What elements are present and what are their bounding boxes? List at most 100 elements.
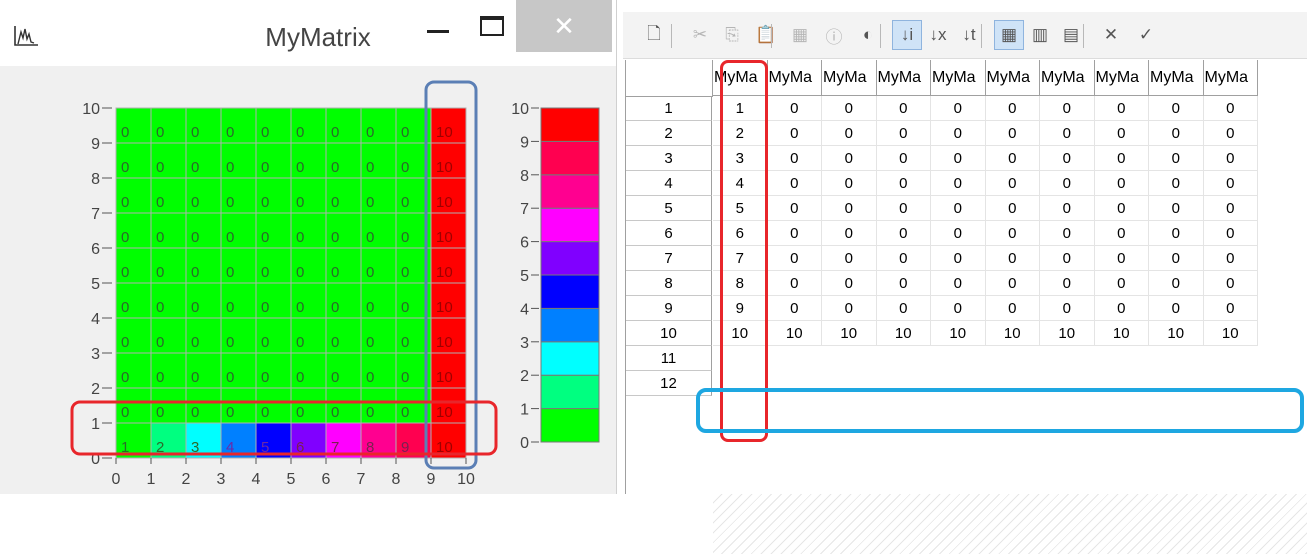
table-cell[interactable]: 1: [713, 96, 768, 121]
table-cell[interactable]: 0: [876, 196, 931, 221]
table-cell[interactable]: 0: [985, 146, 1040, 171]
table-cell[interactable]: 0: [1149, 196, 1204, 221]
table-cell[interactable]: 4: [713, 171, 768, 196]
table-cell[interactable]: 10: [767, 321, 822, 346]
column-header[interactable]: MyMa: [1149, 60, 1204, 96]
table-cell[interactable]: 0: [822, 146, 877, 171]
table-cell[interactable]: 0: [822, 121, 877, 146]
table-cell[interactable]: 0: [1094, 246, 1149, 271]
table-cell[interactable]: 0: [1040, 171, 1095, 196]
paste-button[interactable]: 📋: [751, 20, 781, 50]
table-cell[interactable]: 7: [713, 246, 768, 271]
table-cell[interactable]: 0: [876, 171, 931, 196]
table-cell[interactable]: 0: [931, 246, 986, 271]
table-cell[interactable]: 10: [822, 321, 877, 346]
table-cell[interactable]: 9: [713, 296, 768, 321]
table-cell[interactable]: 0: [1040, 146, 1095, 171]
column-header[interactable]: MyMa: [1040, 60, 1095, 96]
copy-button[interactable]: ⎘: [717, 20, 747, 50]
table-cell[interactable]: 0: [1040, 246, 1095, 271]
chart-button[interactable]: ▦: [785, 20, 815, 50]
table-cell[interactable]: 0: [931, 196, 986, 221]
table-cell[interactable]: 0: [985, 271, 1040, 296]
table-cell[interactable]: 0: [1040, 271, 1095, 296]
table-cell[interactable]: 0: [985, 171, 1040, 196]
column-header[interactable]: MyMa: [822, 60, 877, 96]
table-cell[interactable]: 10: [876, 321, 931, 346]
column-header[interactable]: MyMa: [876, 60, 931, 96]
table-cell[interactable]: 0: [1094, 271, 1149, 296]
table-cell[interactable]: 10: [1203, 321, 1258, 346]
table-cell[interactable]: 10: [931, 321, 986, 346]
column-header[interactable]: MyMa: [767, 60, 822, 96]
table-cell[interactable]: 0: [767, 121, 822, 146]
table-cell[interactable]: 5: [713, 196, 768, 221]
table-cell[interactable]: 3: [713, 146, 768, 171]
info-button[interactable]: ⓘ: [819, 20, 849, 50]
table-cell[interactable]: 0: [931, 121, 986, 146]
table-cell[interactable]: 0: [822, 296, 877, 321]
table-cell[interactable]: 0: [1203, 196, 1258, 221]
table-cell[interactable]: 0: [822, 171, 877, 196]
table-cell[interactable]: 0: [1203, 171, 1258, 196]
table-cell[interactable]: 0: [1040, 196, 1095, 221]
row-header[interactable]: 6: [626, 221, 712, 246]
table-cell[interactable]: 0: [1149, 171, 1204, 196]
table-cell[interactable]: 0: [822, 196, 877, 221]
grid-corner[interactable]: [626, 60, 713, 97]
row-header[interactable]: 7: [626, 246, 712, 271]
table-cell[interactable]: 0: [1040, 296, 1095, 321]
table-cell[interactable]: 0: [876, 221, 931, 246]
table-cell[interactable]: 0: [767, 196, 822, 221]
table-cell[interactable]: 0: [876, 96, 931, 121]
table-cell[interactable]: 0: [985, 121, 1040, 146]
table-cell[interactable]: 0: [767, 171, 822, 196]
table-cell[interactable]: 0: [931, 296, 986, 321]
table-cell[interactable]: 0: [767, 146, 822, 171]
table-cell[interactable]: 0: [931, 146, 986, 171]
row-header[interactable]: 5: [626, 196, 712, 221]
table-cell[interactable]: 0: [1203, 96, 1258, 121]
table-cell[interactable]: 0: [1149, 271, 1204, 296]
cancel-button[interactable]: ✕: [1096, 20, 1126, 50]
table-cell[interactable]: 0: [985, 96, 1040, 121]
table-cell[interactable]: 0: [931, 271, 986, 296]
view-button[interactable]: ◐: [853, 20, 883, 50]
column-header[interactable]: MyMa: [1094, 60, 1149, 96]
table-cell[interactable]: 0: [931, 171, 986, 196]
table-cell[interactable]: 10: [1149, 321, 1204, 346]
table-cell[interactable]: 10: [713, 321, 768, 346]
table-cell[interactable]: 0: [931, 96, 986, 121]
cut-button[interactable]: ✂: [685, 20, 715, 50]
accept-button[interactable]: ✓: [1131, 20, 1161, 50]
table-cell[interactable]: 6: [713, 221, 768, 246]
table-cell[interactable]: 0: [1203, 221, 1258, 246]
table-cell[interactable]: 0: [1094, 171, 1149, 196]
sort-t-button[interactable]: ↓t: [954, 20, 984, 50]
table-cell[interactable]: 0: [1149, 121, 1204, 146]
grid-rows-button[interactable]: ▤: [1056, 20, 1086, 50]
table-cell[interactable]: 0: [1149, 96, 1204, 121]
table-cell[interactable]: 0: [822, 271, 877, 296]
table-cell[interactable]: 0: [1203, 296, 1258, 321]
table-cell[interactable]: 0: [1094, 96, 1149, 121]
row-header[interactable]: 3: [626, 146, 712, 171]
table-cell[interactable]: 0: [1203, 121, 1258, 146]
table-cell[interactable]: 0: [876, 271, 931, 296]
document-button[interactable]: 🗋: [639, 20, 669, 50]
table-cell[interactable]: 0: [1094, 121, 1149, 146]
row-header[interactable]: 1: [626, 96, 712, 121]
row-header[interactable]: 4: [626, 171, 712, 196]
table-cell[interactable]: 0: [822, 96, 877, 121]
table-cell[interactable]: 0: [985, 221, 1040, 246]
table-cell[interactable]: 0: [767, 271, 822, 296]
grid-columns-button[interactable]: ▥: [1025, 20, 1055, 50]
column-header[interactable]: MyMa: [985, 60, 1040, 96]
row-header[interactable]: 10: [626, 321, 712, 346]
table-cell[interactable]: 0: [1149, 221, 1204, 246]
table-cell[interactable]: 0: [767, 96, 822, 121]
table-cell[interactable]: 0: [1149, 296, 1204, 321]
column-header[interactable]: MyMa: [1203, 60, 1258, 96]
row-header[interactable]: 8: [626, 271, 712, 296]
table-cell[interactable]: 10: [1094, 321, 1149, 346]
